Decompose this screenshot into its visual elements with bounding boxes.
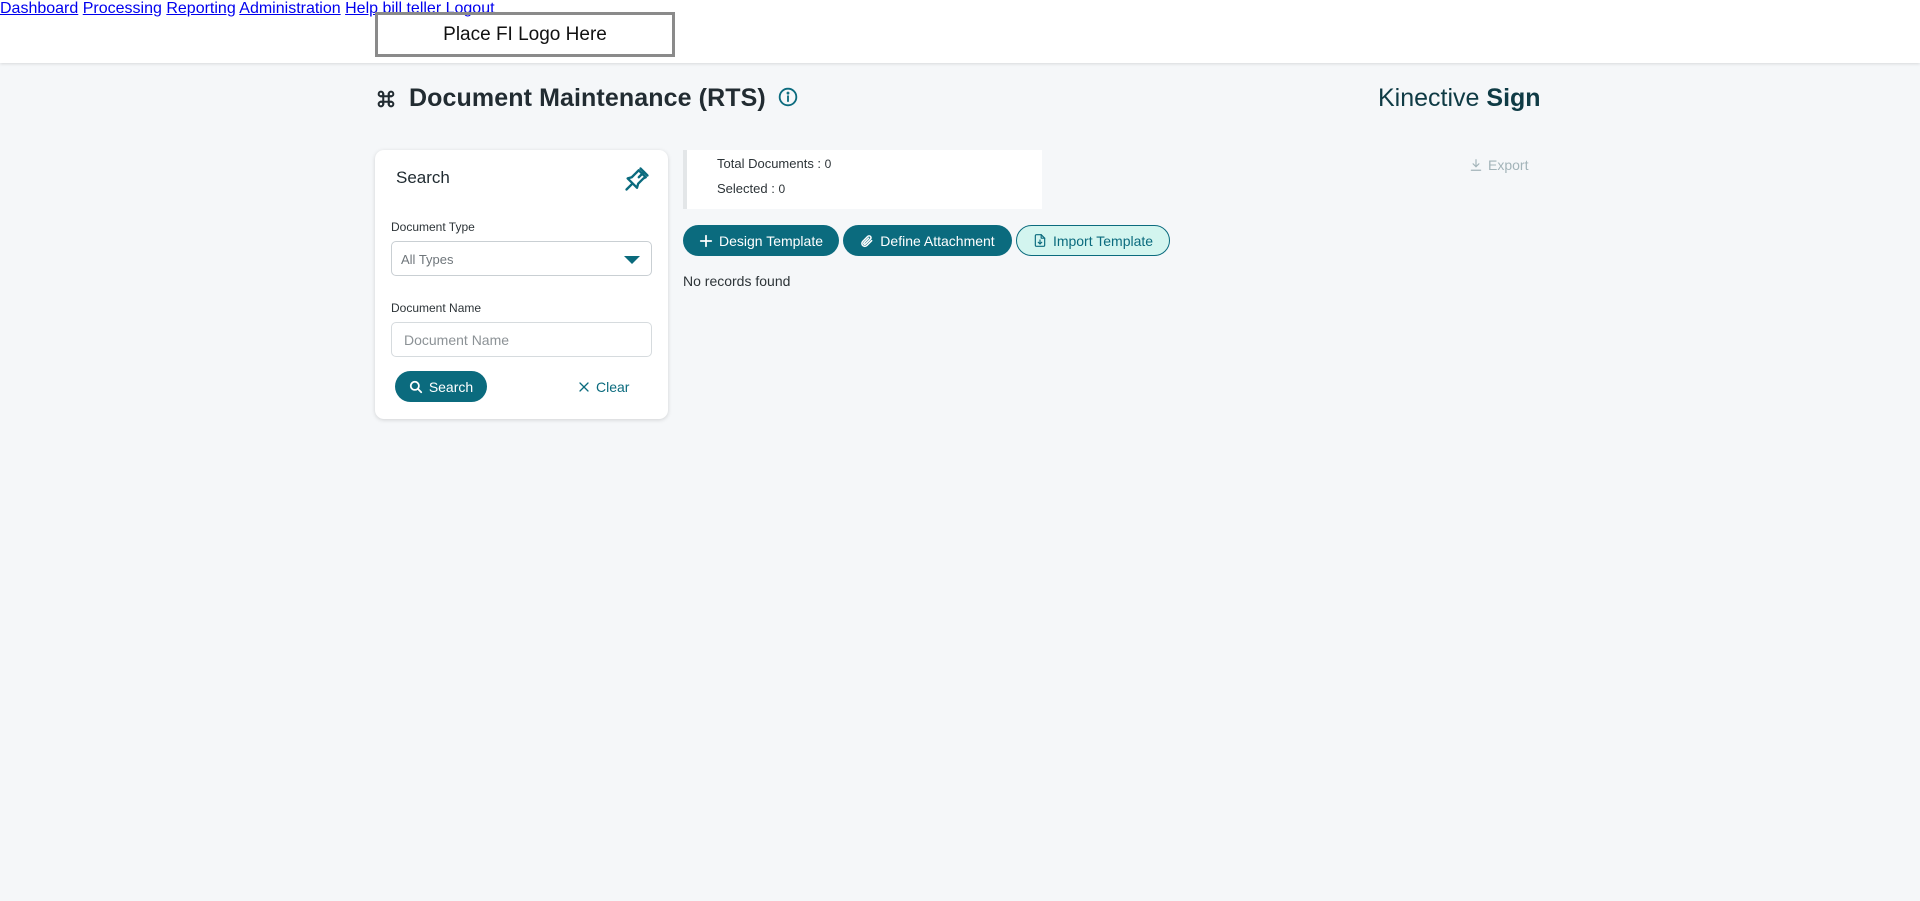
fi-logo-placeholder[interactable]: Place FI Logo Here (375, 12, 675, 57)
document-name-input[interactable] (391, 322, 652, 357)
top-navigation-bar: Place FI Logo Here Dashboard Processing … (0, 0, 1920, 63)
nav-dashboard[interactable]: Dashboard (0, 0, 78, 17)
paperclip-icon (861, 234, 873, 247)
document-type-value: All Types (401, 252, 454, 267)
brand-suffix: Sign (1486, 84, 1541, 112)
search-icon (409, 380, 422, 393)
document-type-label: Document Type (391, 220, 475, 234)
download-icon (1470, 159, 1482, 171)
nav-processing[interactable]: Processing (83, 0, 162, 17)
nav-administration[interactable]: Administration (239, 0, 340, 17)
clear-button-label: Clear (596, 378, 630, 395)
export-button[interactable]: Export (1469, 157, 1528, 173)
total-documents: Total Documents : 0 (717, 156, 831, 171)
search-button[interactable]: Search (395, 371, 487, 402)
plus-icon (699, 234, 713, 247)
clear-button[interactable]: Clear (578, 371, 629, 402)
close-icon (579, 381, 589, 392)
search-panel: Search Document Type All Types Document … (375, 150, 668, 419)
page-title: Document Maintenance (RTS) (409, 84, 766, 112)
design-template-label: Design Template (718, 232, 824, 249)
document-stats: Total Documents : 0 Selected : 0 (683, 150, 1042, 209)
define-attachment-button[interactable]: Define Attachment (843, 225, 1012, 256)
total-documents-value: 0 (824, 157, 832, 171)
search-panel-title: Search (396, 168, 450, 187)
nav-help[interactable]: Help (345, 0, 378, 17)
file-import-icon (1034, 234, 1046, 247)
info-icon[interactable] (778, 87, 798, 107)
search-button-label: Search (428, 378, 474, 395)
page-header: Document Maintenance (RTS) (375, 84, 798, 113)
document-type-select[interactable]: All Types (391, 241, 652, 276)
pin-icon[interactable] (623, 165, 651, 193)
export-label: Export (1488, 157, 1529, 173)
brand-prefix: Kinective (1378, 84, 1480, 112)
command-icon (377, 90, 395, 107)
selected-documents: Selected : 0 (717, 181, 785, 196)
selected-label: Selected : (717, 181, 779, 196)
empty-results-message: No records found (683, 273, 791, 289)
import-template-button[interactable]: Import Template (1016, 225, 1170, 256)
nav-reporting[interactable]: Reporting (166, 0, 235, 17)
define-attachment-label: Define Attachment (880, 232, 995, 249)
logo-text: Place FI Logo Here (443, 23, 607, 45)
design-template-button[interactable]: Design Template (683, 225, 839, 256)
kinective-sign-brand: Kinective Sign (1378, 84, 1541, 113)
selected-value: 0 (778, 182, 786, 196)
total-documents-label: Total Documents : (717, 156, 825, 171)
chevron-down-icon (624, 256, 640, 264)
document-name-label: Document Name (391, 301, 482, 315)
import-template-label: Import Template (1052, 232, 1154, 249)
